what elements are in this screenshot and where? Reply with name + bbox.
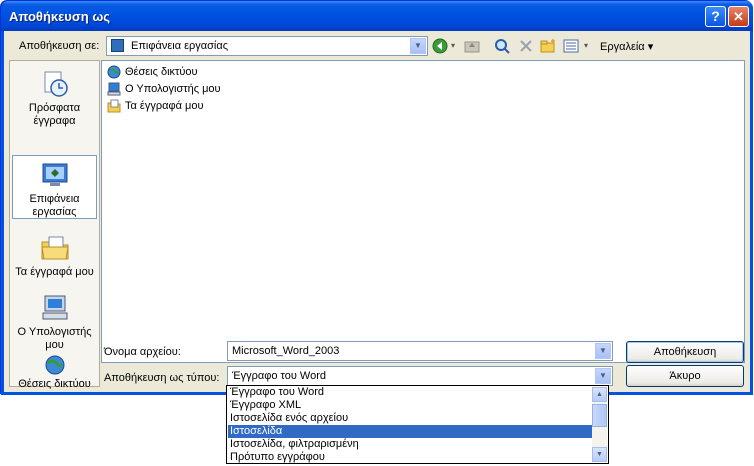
place-label: Τα έγγραφά μου [15,266,94,278]
network-places-icon [107,65,121,79]
dropdown-option-selected[interactable]: Ιστοσελίδα [228,425,594,438]
dialog-body: Αποθήκευση σε: Επιφάνεια εργασίας ▼ ▾ ▾ … [4,31,750,392]
file-name: Ο Υπολογιστής μου [125,83,221,95]
save-as-dialog: Αποθήκευση ως ? ✕ Αποθήκευση σε: Επιφάνε… [0,0,753,395]
chevron-down-icon[interactable]: ▼ [595,368,611,384]
place-network-places[interactable]: Θέσεις δικτύου [12,355,97,390]
place-my-computer[interactable]: Ο Υπολογιστής μου [12,289,97,351]
recent-documents-icon [44,71,68,97]
search-web-icon[interactable] [494,38,510,54]
scroll-up-icon[interactable]: ▲ [592,387,607,402]
window-frame-right [750,31,753,395]
chevron-down-icon[interactable]: ▼ [410,38,426,54]
save-in-combo[interactable]: Επιφάνεια εργασίας ▼ [106,36,428,56]
dropdown-option[interactable]: Ιστοσελίδα ενός αρχείου [228,412,594,425]
back-icon[interactable] [432,38,448,54]
filename-label: Όνομα αρχείου: [104,346,181,358]
filename-value: Microsoft_Word_2003 [232,345,340,357]
filetype-dropdown-list[interactable]: Έγγραφο του Word Έγγραφο XML Ιστοσελίδα … [226,385,609,464]
file-name: Τα έγγραφά μου [125,100,204,112]
places-bar: Πρόσφατα έγγραφα Επιφάνεια εργασίας Τα έ… [9,60,100,390]
place-label: Πρόσφατα έγγραφα [28,102,81,127]
dropdown-option[interactable]: Έγγραφο του Word [228,386,594,399]
place-desktop[interactable]: Επιφάνεια εργασίας [12,155,97,219]
filetype-label: Αποθήκευση ως τύπου: [104,372,220,384]
dropdown-scrollbar[interactable]: ▲ ▼ [592,387,607,462]
filetype-combo[interactable]: Έγγραφο του Word ▼ [227,366,613,386]
place-recent-documents[interactable]: Πρόσφατα έγγραφα [12,65,97,127]
scroll-down-icon[interactable]: ▼ [592,447,607,462]
scroll-thumb[interactable] [592,404,607,427]
delete-icon[interactable] [518,38,534,54]
chevron-down-icon[interactable]: ▼ [595,343,611,359]
filetype-value: Έγγραφο του Word [232,370,327,382]
save-in-value: Επιφάνεια εργασίας [131,40,229,52]
save-button[interactable]: Αποθήκευση [626,341,744,363]
desktop-icon [111,39,124,52]
my-computer-icon [42,295,67,320]
place-label: Ο Υπολογιστής μου [17,326,92,351]
filename-combo[interactable]: Microsoft_Word_2003 ▼ [227,341,613,361]
cancel-button[interactable]: Άκυρο [626,365,744,387]
views-icon[interactable] [563,38,579,54]
back-dropdown-icon[interactable]: ▾ [449,38,457,54]
my-computer-icon [107,82,121,96]
new-folder-icon[interactable] [540,38,556,54]
place-my-documents[interactable]: Τα έγγραφά μου [12,229,97,283]
close-button[interactable]: ✕ [728,6,749,27]
views-dropdown-icon[interactable]: ▾ [582,38,590,54]
dialog-title: Αποθήκευση ως [9,9,111,24]
my-documents-icon [40,236,69,260]
my-documents-icon [107,99,121,113]
place-label: Επιφάνεια εργασίας [29,193,80,218]
file-list[interactable]: Θέσεις δικτύου Ο Υπολογιστής μου Τα έγγρ… [101,60,745,363]
dropdown-option[interactable]: Πρότυπο εγγράφου [228,451,594,463]
tools-menu[interactable]: Εργαλεία ▾ [600,40,653,53]
title-bar[interactable]: Αποθήκευση ως ? ✕ [1,1,753,31]
place-label: Θέσεις δικτύου [18,378,91,390]
file-name: Θέσεις δικτύου [125,66,198,78]
dropdown-option[interactable]: Έγγραφο XML [228,399,594,412]
help-button[interactable]: ? [705,6,726,27]
desktop-icon [42,163,67,186]
dropdown-option[interactable]: Ιστοσελίδα, φιλτραρισμένη [228,438,594,451]
up-folder-icon[interactable] [464,38,480,54]
network-places-icon [45,355,64,375]
save-in-label: Αποθήκευση σε: [19,40,100,52]
